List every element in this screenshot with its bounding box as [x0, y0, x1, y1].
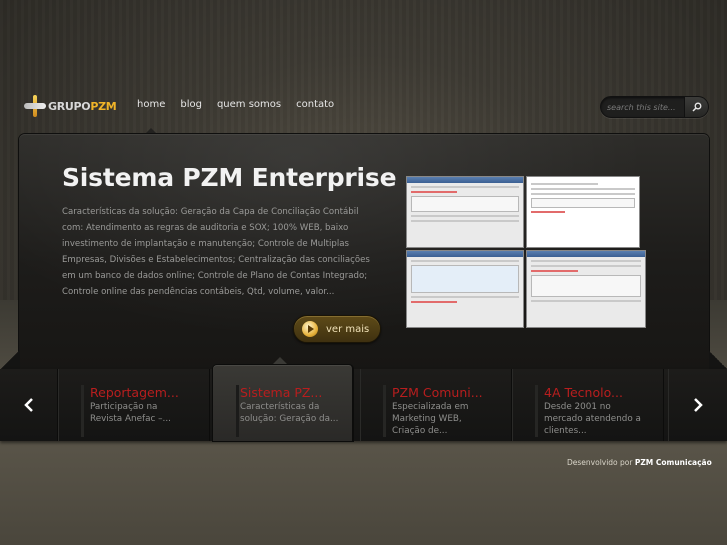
tab-active-pointer — [272, 357, 288, 365]
tab-title: Reportagem... — [90, 385, 179, 400]
chevron-left-icon — [23, 398, 33, 412]
tab-sistema-pzm[interactable]: Sistema PZ... Características da solução… — [213, 365, 353, 441]
featured-slider: Sistema PZM Enterprise Características d… — [19, 134, 709, 370]
strip-wing-left — [0, 350, 20, 370]
tab-accent — [535, 385, 538, 437]
nav-blog[interactable]: blog — [180, 99, 202, 110]
search-icon — [691, 102, 701, 112]
tab-accent — [81, 385, 84, 437]
search-input[interactable] — [607, 99, 683, 115]
strip-wing-right — [709, 350, 727, 370]
tab-description: Desde 2001 no mercado atendendo a client… — [544, 402, 641, 436]
nav-home[interactable]: home — [137, 99, 165, 110]
tab-description: Participação na Revista Anefac –... — [90, 402, 171, 424]
slide-title: Sistema PZM Enterprise — [62, 163, 397, 192]
nav-contato[interactable]: contato — [296, 99, 334, 110]
chevron-right-icon — [693, 398, 703, 412]
logo-icon — [24, 95, 46, 117]
tab-accent — [236, 385, 239, 437]
tab-pzm-comunicacao[interactable]: PZM Comuni... Especializada em Marketing… — [360, 369, 512, 441]
search-box — [600, 96, 709, 118]
screenshot-4 — [526, 250, 646, 328]
tab-reportagem[interactable]: Reportagem... Participação na Revista An… — [58, 369, 210, 441]
play-icon — [302, 321, 318, 337]
footer-prefix: Desenvolvido por — [567, 458, 633, 467]
logo-text: GRUPOPZM — [48, 99, 117, 113]
slide-description: Características da solução: Geração da C… — [62, 207, 370, 297]
next-arrow-button[interactable] — [668, 369, 726, 441]
tab-title: Sistema PZ... — [240, 385, 323, 400]
prev-arrow-button[interactable] — [0, 369, 58, 441]
logo-grupo: GRUPO — [48, 99, 91, 113]
footer-credit: Desenvolvido por PZM Comunicação — [567, 458, 712, 467]
ver-mais-button[interactable]: ver mais — [293, 315, 381, 343]
nav-quem-somos[interactable]: quem somos — [217, 99, 281, 110]
main-nav: home blog quem somos contato — [137, 99, 349, 110]
search-button[interactable] — [684, 97, 708, 117]
logo-pzm: PZM — [90, 99, 117, 113]
slide-screenshots — [406, 176, 648, 328]
tab-4a-tecnologia[interactable]: 4A Tecnolo... Desde 2001 no mercado aten… — [512, 369, 664, 441]
footer-company-link[interactable]: PZM Comunicação — [635, 458, 712, 467]
tab-title: PZM Comuni... — [392, 385, 483, 400]
screenshot-1 — [406, 176, 524, 248]
screenshot-2 — [526, 176, 640, 248]
screenshot-3 — [406, 250, 524, 328]
tab-description: Especializada em Marketing WEB, Criação … — [392, 402, 469, 436]
logo[interactable]: GRUPOPZM — [24, 94, 119, 118]
tab-title: 4A Tecnolo... — [544, 385, 623, 400]
tab-accent — [383, 385, 386, 437]
slide-tabs: Reportagem... Participação na Revista An… — [0, 365, 727, 441]
tab-description: Características da solução: Geração da..… — [240, 402, 339, 424]
ver-mais-label: ver mais — [326, 323, 370, 335]
